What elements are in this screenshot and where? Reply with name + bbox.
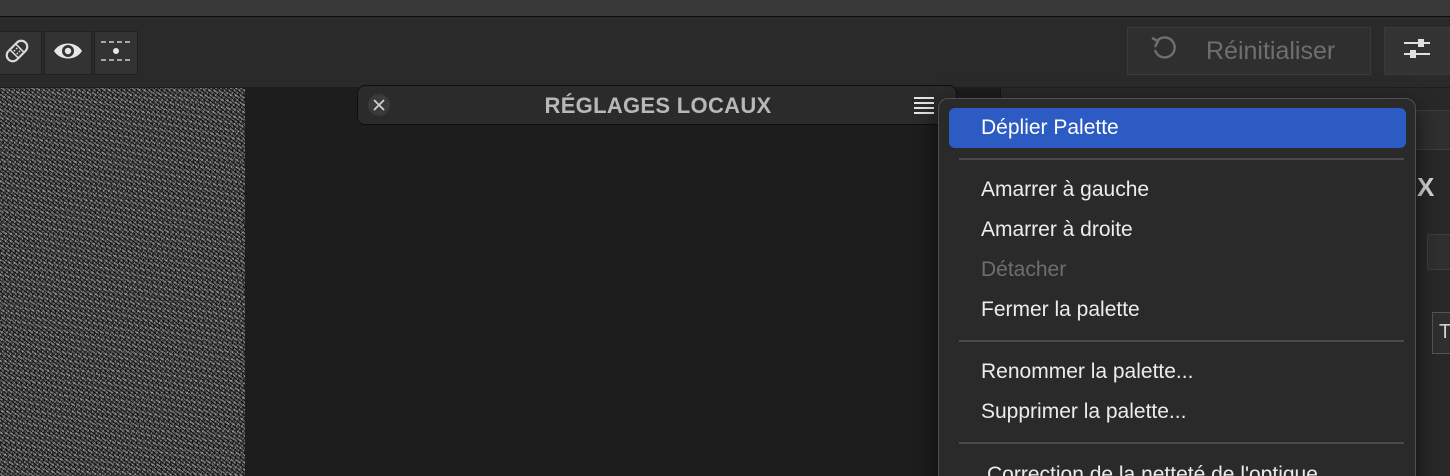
menu-separator bbox=[959, 442, 1404, 444]
menu-separator bbox=[959, 158, 1404, 160]
side-panel-field[interactable] bbox=[1413, 110, 1450, 150]
local-adjustments-palette: RÉGLAGES LOCAUX bbox=[357, 85, 957, 125]
bandage-icon bbox=[2, 36, 32, 71]
menu-item-close-palette[interactable]: Fermer la palette bbox=[949, 290, 1406, 330]
menu-item-detach: Détacher bbox=[981, 258, 1067, 281]
adjustments-settings-button[interactable] bbox=[1384, 27, 1450, 75]
hamburger-menu-icon bbox=[913, 97, 935, 119]
side-panel-x-label: X bbox=[1417, 172, 1435, 202]
undo-icon bbox=[1148, 32, 1180, 71]
eye-icon bbox=[52, 40, 84, 67]
eye-tool-button[interactable] bbox=[44, 31, 92, 75]
menu-item-delete-palette[interactable]: Supprimer la palette... bbox=[949, 392, 1406, 432]
side-panel-t-label: T bbox=[1439, 321, 1450, 343]
sliders-icon bbox=[1402, 38, 1432, 65]
menu-item-rename-palette[interactable]: Renommer la palette... bbox=[949, 352, 1406, 392]
palette-title: RÉGLAGES LOCAUX bbox=[544, 93, 772, 118]
menu-item-expand-palette[interactable]: Déplier Palette bbox=[949, 108, 1406, 148]
side-panel-row bbox=[1427, 234, 1450, 270]
toolbar: Réinitialiser bbox=[0, 17, 1450, 87]
menu-item-dock-right[interactable]: Amarrer à droite bbox=[949, 210, 1406, 250]
palette-menu-button[interactable] bbox=[913, 95, 935, 115]
title-bar bbox=[0, 0, 1450, 17]
reset-button[interactable]: Réinitialiser bbox=[1127, 27, 1371, 75]
menu-item-dock-left[interactable]: Amarrer à gauche bbox=[949, 170, 1406, 210]
viewer-canvas[interactable] bbox=[245, 88, 1005, 476]
side-panel-t-field[interactable]: T bbox=[1432, 312, 1450, 354]
guides-tool-button[interactable] bbox=[94, 31, 138, 75]
reset-button-label: Réinitialiser bbox=[1206, 36, 1336, 65]
app-window: Réinitialiser X T RÉGLAGES LOCAUX Déplie… bbox=[0, 0, 1450, 476]
menu-item-lens-sharpness-correction[interactable]: Correction de la netteté de l'optique bbox=[949, 455, 1406, 476]
image-preview[interactable] bbox=[0, 88, 245, 476]
bandage-tool-button[interactable] bbox=[0, 31, 42, 75]
menu-separator bbox=[959, 340, 1404, 342]
guides-icon bbox=[99, 34, 133, 73]
palette-context-menu: Déplier Palette Amarrer à gauche Amarrer… bbox=[938, 98, 1416, 476]
